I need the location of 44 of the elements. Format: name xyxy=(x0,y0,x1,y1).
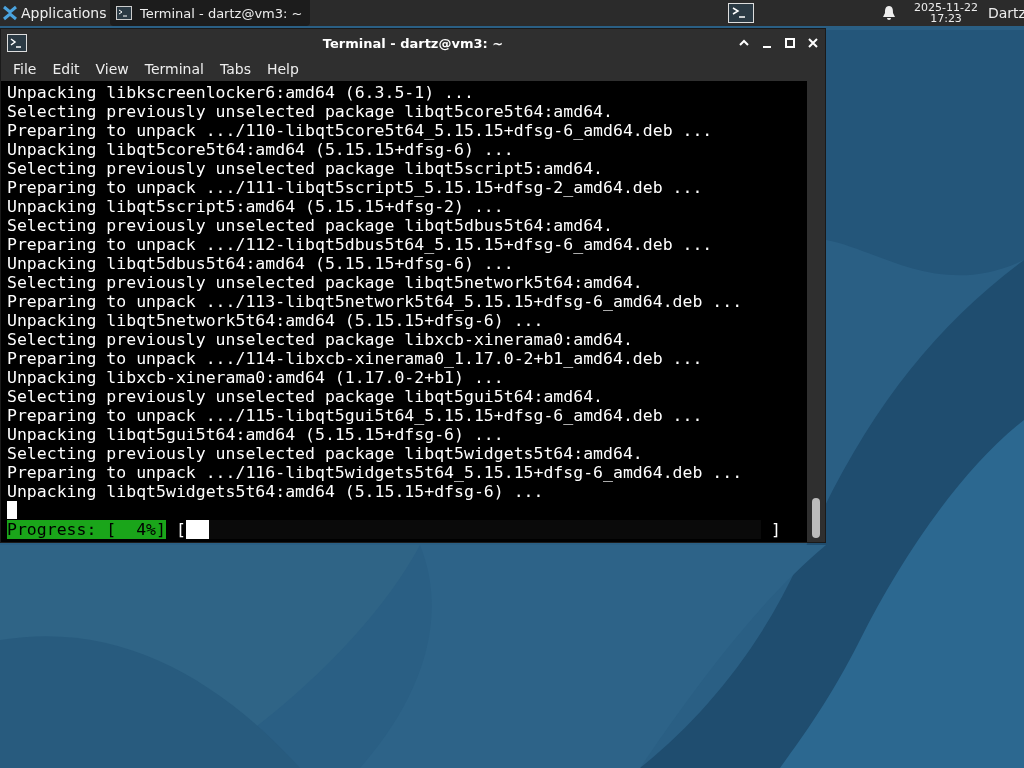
terminal-line: Unpacking libqt5widgets5t64:amd64 (5.15.15+dfsg-6) ... xyxy=(7,482,545,501)
terminal-line: Unpacking libxcb-xinerama0:amd64 (1.17.0-2+b1) ... xyxy=(7,368,505,387)
terminal-line: Selecting previously unselected package libxcb-xinerama0:amd64. xyxy=(7,330,634,349)
terminal-line: Preparing to unpack .../113-libqt5network5t64_5.15.15+dfsg-6_amd64.deb ... xyxy=(7,292,744,311)
terminal-line: Unpacking libqt5core5t64:amd64 (5.15.15+dfsg-6) ... xyxy=(7,140,515,159)
menu-item[interactable]: Tabs xyxy=(211,61,259,77)
terminal-line: Preparing to unpack .../116-libqt5widgets5t64_5.15.15+dfsg-6_amd64.deb ... xyxy=(7,463,744,482)
terminal-line: Unpacking libqt5script5:amd64 (5.15.15+dfsg-2) ... xyxy=(7,197,505,216)
bell-icon[interactable] xyxy=(882,5,897,21)
progress-label: Progress: [ 4%] xyxy=(7,520,166,539)
close-icon[interactable] xyxy=(807,37,819,49)
menu-item[interactable]: Edit xyxy=(44,61,88,77)
terminal-line: Unpacking libqt5network5t64:amd64 (5.15.15+dfsg-6) ... xyxy=(7,311,545,330)
terminal-icon[interactable] xyxy=(728,3,755,23)
menu-item[interactable]: File xyxy=(5,61,45,77)
menu-item[interactable]: Help xyxy=(258,61,307,77)
terminal-line: Unpacking libqt5gui5t64:amd64 (5.15.15+dfsg-6) ... xyxy=(7,425,505,444)
scrollbar-thumb[interactable] xyxy=(812,498,820,538)
terminal-icon[interactable] xyxy=(7,34,27,52)
x-logo-icon xyxy=(2,5,18,21)
terminal-line: Preparing to unpack .../110-libqt5core5t64_5.15.15+dfsg-6_amd64.deb ... xyxy=(7,121,714,140)
terminal-line: Preparing to unpack .../114-libxcb-xinerama0_1.17.0-2+b1_amd64.deb ... xyxy=(7,349,704,368)
applications-menu[interactable]: Applications xyxy=(0,0,110,26)
terminal-line: Unpacking libqt5dbus5t64:amd64 (5.15.15+dfsg-6) ... xyxy=(7,254,515,273)
taskbar-button[interactable]: Terminal - dartz@vm3: ~ xyxy=(110,0,311,26)
terminal-line: Selecting previously unselected package libqt5script5:amd64. xyxy=(7,159,605,178)
progress-bracket: [ xyxy=(175,520,186,539)
terminal-line: Unpacking libkscreenlocker6:amd64 (6.3.5-1) ... xyxy=(7,83,475,102)
terminal-line: Selecting previously unselected package libqt5dbus5t64:amd64. xyxy=(7,216,614,235)
terminal-line: Selecting previously unselected package libqt5network5t64:amd64. xyxy=(7,273,644,292)
terminal-line: Preparing to unpack .../111-libqt5script5_5.15.15+dfsg-2_amd64.deb ... xyxy=(7,178,704,197)
terminal-icon xyxy=(116,6,132,20)
clock[interactable]: 2025-11-22 17:23 xyxy=(914,2,978,24)
terminal-line: Preparing to unpack .../112-libqt5dbus5t64_5.15.15+dfsg-6_amd64.deb ... xyxy=(7,235,714,254)
window-title: Terminal - dartz@vm3: ~ xyxy=(321,35,505,51)
terminal-line: Preparing to unpack .../115-libqt5gui5t64_5.15.15+dfsg-6_amd64.deb ... xyxy=(7,406,704,425)
terminal-line: Selecting previously unselected package libqt5core5t64:amd64. xyxy=(7,102,614,121)
text-cursor xyxy=(7,501,17,519)
terminal-line: Selecting previously unselected package libqt5widgets5t64:amd64. xyxy=(7,444,644,463)
maximize-icon[interactable] xyxy=(784,37,796,49)
terminal-line: Selecting previously unselected package libqt5gui5t64:amd64. xyxy=(7,387,605,406)
menu-item[interactable]: Terminal xyxy=(136,61,212,77)
menu-item[interactable]: View xyxy=(87,61,137,77)
progress-bracket: ] xyxy=(770,520,781,539)
